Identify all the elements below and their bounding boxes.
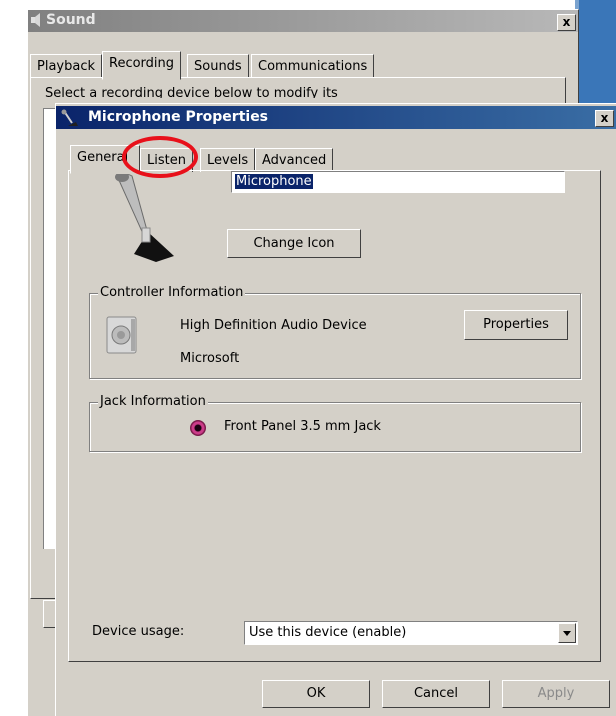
- jack-information-group: Jack Information Front Panel 3.5 mm Jack: [89, 394, 581, 452]
- controller-name: High Definition Audio Device: [180, 318, 367, 333]
- speaker-device-icon: [106, 316, 137, 354]
- controller-properties-button[interactable]: Properties: [464, 310, 568, 340]
- sound-title-bar[interactable]: Sound x: [28, 10, 578, 32]
- device-name-value: Microphone: [235, 174, 313, 189]
- cancel-button[interactable]: Cancel: [382, 680, 490, 708]
- microphone-device-icon: [115, 172, 174, 262]
- device-name-input[interactable]: Microphone: [231, 171, 565, 193]
- sound-title: Sound: [46, 12, 96, 28]
- tab-levels[interactable]: Levels: [200, 148, 256, 172]
- general-tab-panel: Microphone Change Icon Controller Inform…: [68, 170, 601, 662]
- annotation-circle: [122, 136, 198, 178]
- mic-title: Microphone Properties: [88, 109, 269, 125]
- tab-sounds[interactable]: Sounds: [187, 54, 249, 78]
- sound-caption: Select a recording device below to modif…: [45, 86, 338, 98]
- chevron-down-icon[interactable]: [558, 623, 576, 643]
- controller-information-group: Controller Information High Definition A…: [89, 285, 581, 379]
- jack-group-label: Jack Information: [98, 394, 208, 409]
- device-usage-value: Use this device (enable): [249, 625, 407, 640]
- controller-vendor: Microsoft: [180, 351, 240, 366]
- mic-title-bar[interactable]: Microphone Properties x: [56, 106, 616, 129]
- apply-button[interactable]: Apply: [502, 680, 610, 708]
- speaker-icon: [31, 13, 40, 27]
- device-usage-label: Device usage:: [92, 624, 185, 639]
- tab-recording[interactable]: Recording: [102, 51, 182, 80]
- mic-close-button[interactable]: x: [595, 110, 614, 127]
- tab-playback[interactable]: Playback: [30, 54, 103, 78]
- controller-group-label: Controller Information: [98, 285, 246, 300]
- device-usage-select[interactable]: Use this device (enable): [244, 621, 578, 645]
- sound-close-button[interactable]: x: [557, 14, 576, 31]
- jack-label: Front Panel 3.5 mm Jack: [224, 419, 381, 434]
- change-icon-button[interactable]: Change Icon: [227, 229, 361, 258]
- microphone-icon: [61, 109, 78, 126]
- tab-advanced[interactable]: Advanced: [255, 148, 334, 172]
- tab-communications[interactable]: Communications: [251, 54, 375, 78]
- microphone-properties-dialog: Microphone Properties x General Listen L…: [55, 103, 616, 716]
- jack-color-icon: [190, 420, 206, 436]
- ok-button[interactable]: OK: [262, 680, 370, 708]
